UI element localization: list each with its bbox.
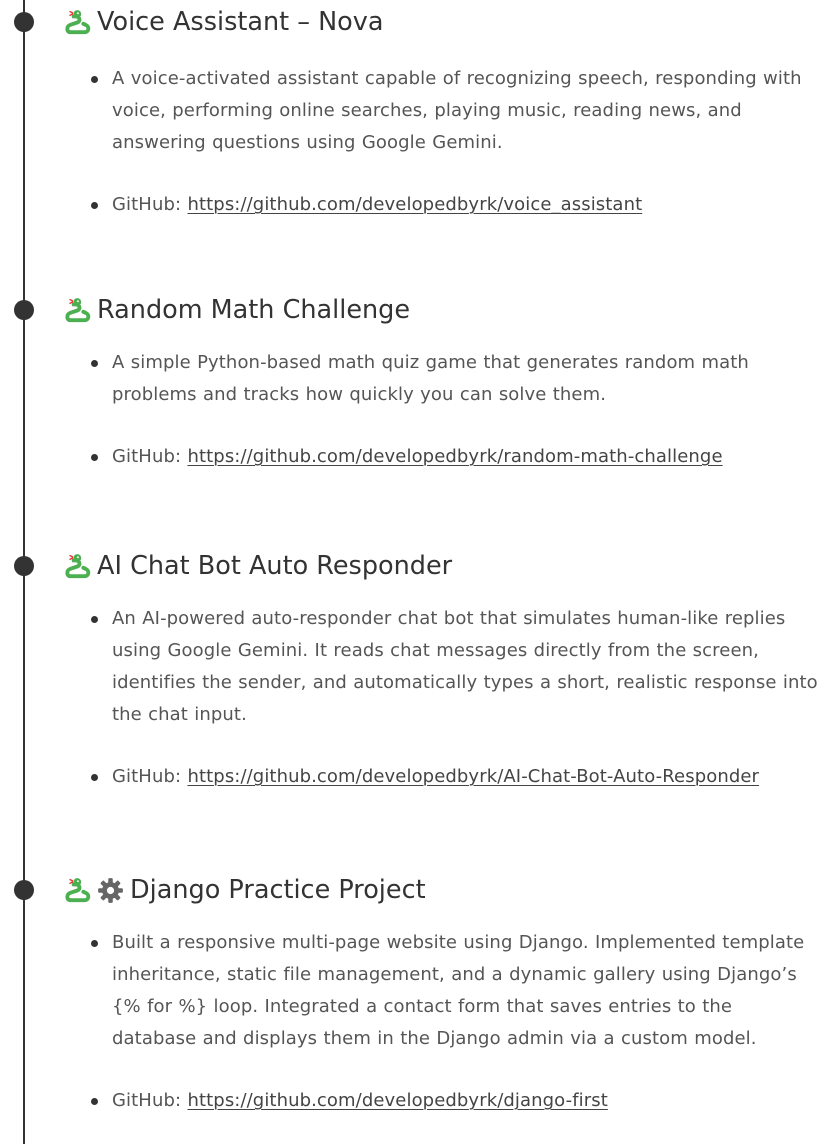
project-details: A simple Python-based math quiz game tha…	[84, 347, 822, 473]
projects-timeline: Voice Assistant – Nova A voice-activated…	[0, 0, 836, 1144]
project-title-text: Random Math Challenge	[97, 295, 411, 325]
github-item: GitHub: https://github.com/developedbyrk…	[84, 441, 822, 473]
snake-icon	[65, 9, 91, 34]
github-link[interactable]: https://github.com/developedbyrk/random-…	[187, 446, 722, 467]
project-title-text: Voice Assistant – Nova	[97, 7, 384, 37]
project-title: Django Practice Project	[64, 871, 426, 909]
project-description: Built a responsive multi-page website us…	[84, 927, 822, 1055]
snake-icon	[65, 297, 91, 322]
github-item: GitHub: https://github.com/developedbyrk…	[84, 189, 822, 221]
github-item: GitHub: https://github.com/developedbyrk…	[84, 1085, 822, 1117]
project-title-text: AI Chat Bot Auto Responder	[97, 551, 453, 581]
gear-icon	[98, 877, 123, 903]
github-item: GitHub: https://github.com/developedbyrk…	[84, 761, 822, 793]
timeline-dot	[14, 12, 34, 32]
github-link[interactable]: https://github.com/developedbyrk/AI-Chat…	[187, 766, 759, 787]
project-details: Built a responsive multi-page website us…	[84, 927, 822, 1117]
github-link[interactable]: https://github.com/developedbyrk/voice_a…	[187, 194, 642, 215]
timeline-dot	[14, 556, 34, 576]
github-label: GitHub:	[112, 766, 188, 787]
project-details: An AI-powered auto-responder chat bot th…	[84, 603, 822, 793]
timeline-dot	[14, 880, 34, 900]
snake-icon	[65, 877, 91, 902]
project-description: An AI-powered auto-responder chat bot th…	[84, 603, 822, 731]
project-title: Voice Assistant – Nova	[64, 3, 384, 41]
project-description: A simple Python-based math quiz game tha…	[84, 347, 822, 411]
github-label: GitHub:	[112, 194, 188, 215]
project-title-text: Django Practice Project	[130, 875, 426, 905]
github-label: GitHub:	[112, 446, 188, 467]
github-link[interactable]: https://github.com/developedbyrk/django-…	[187, 1090, 607, 1111]
project-details: A voice-activated assistant capable of r…	[84, 63, 822, 221]
snake-icon	[65, 553, 91, 578]
timeline-dot	[14, 300, 34, 320]
project-title: Random Math Challenge	[64, 291, 410, 329]
project-description: A voice-activated assistant capable of r…	[84, 63, 822, 159]
project-title: AI Chat Bot Auto Responder	[64, 547, 452, 585]
github-label: GitHub:	[112, 1090, 188, 1111]
